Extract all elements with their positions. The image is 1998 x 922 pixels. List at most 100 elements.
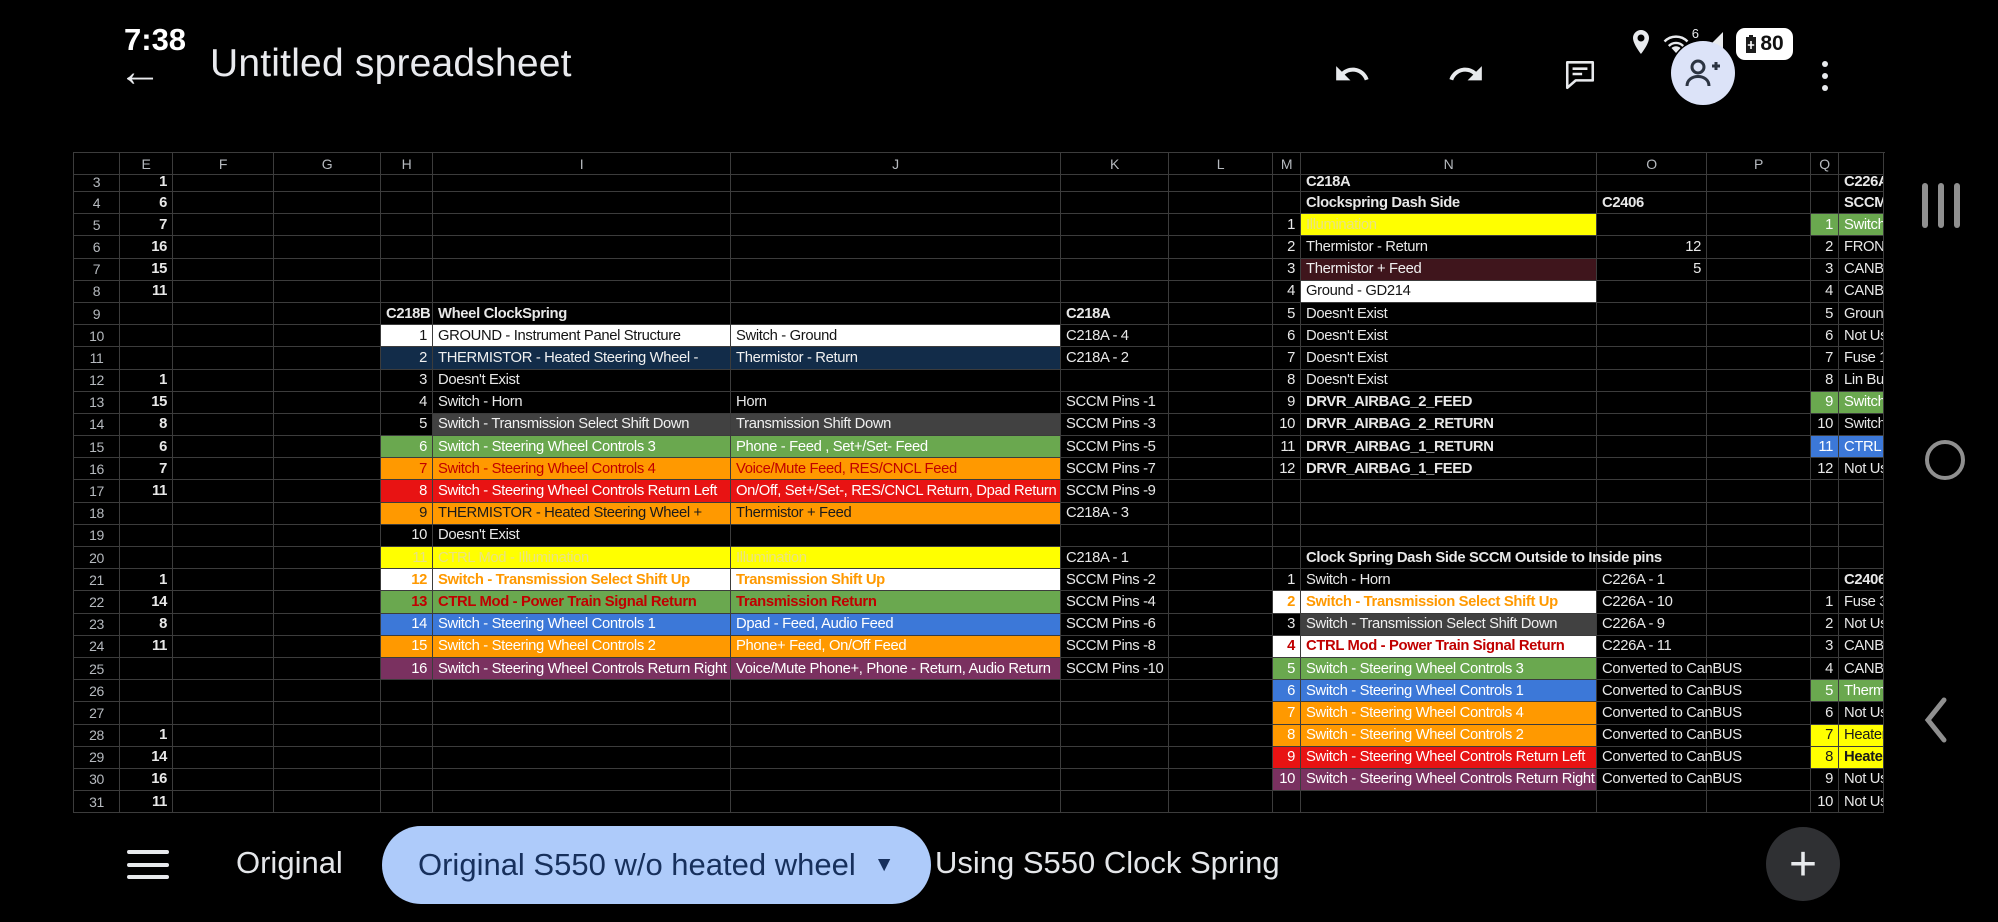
cell-L19[interactable] bbox=[1169, 525, 1273, 547]
cell-M25[interactable]: 5 bbox=[1273, 658, 1301, 680]
cell-E31[interactable]: 11 bbox=[120, 791, 173, 813]
cell-F27[interactable] bbox=[173, 702, 274, 724]
cell-I9[interactable]: Wheel ClockSpring bbox=[433, 303, 731, 325]
cell-J8[interactable] bbox=[731, 281, 1061, 303]
cell-Q22[interactable]: 1 bbox=[1811, 591, 1839, 613]
cell-F7[interactable] bbox=[173, 259, 274, 281]
row-header-10[interactable]: 10 bbox=[74, 325, 120, 347]
cell-M12[interactable]: 8 bbox=[1273, 370, 1301, 392]
cell-G23[interactable] bbox=[274, 614, 381, 636]
cell-F21[interactable] bbox=[173, 569, 274, 591]
cell-P11[interactable] bbox=[1707, 347, 1811, 369]
cell-K24[interactable]: SCCM Pins -8 bbox=[1061, 636, 1169, 658]
cell-I15[interactable]: Switch - Steering Wheel Controls 3 bbox=[433, 436, 731, 458]
cell-P5[interactable] bbox=[1707, 214, 1811, 236]
cell-M17[interactable] bbox=[1273, 480, 1301, 502]
cell-F11[interactable] bbox=[173, 347, 274, 369]
row-header-25[interactable]: 25 bbox=[74, 658, 120, 680]
cell-P20[interactable] bbox=[1707, 547, 1811, 569]
cell-J24[interactable]: Phone+ Feed, On/Off Feed bbox=[731, 636, 1061, 658]
cell-K12[interactable] bbox=[1061, 370, 1169, 392]
cell-E14[interactable]: 8 bbox=[120, 414, 173, 436]
nav-back-button[interactable] bbox=[1922, 696, 1948, 749]
cell-E27[interactable] bbox=[120, 702, 173, 724]
cell-R29[interactable]: Heater bbox=[1839, 747, 1884, 769]
cell-I30[interactable] bbox=[433, 769, 731, 791]
cell-G16[interactable] bbox=[274, 458, 381, 480]
cell-Q14[interactable]: 10 bbox=[1811, 414, 1839, 436]
cell-G21[interactable] bbox=[274, 569, 381, 591]
cell-H26[interactable] bbox=[381, 680, 433, 702]
cell-G3[interactable] bbox=[274, 175, 381, 192]
cell-R15[interactable]: CTRL bbox=[1839, 436, 1884, 458]
cell-Q5[interactable]: 1 bbox=[1811, 214, 1839, 236]
cell-O4[interactable]: C2406 bbox=[1597, 192, 1707, 214]
row-header-16[interactable]: 16 bbox=[74, 458, 120, 480]
cell-F14[interactable] bbox=[173, 414, 274, 436]
cell-R4[interactable]: SCCM bbox=[1839, 192, 1884, 214]
cell-K23[interactable]: SCCM Pins -6 bbox=[1061, 614, 1169, 636]
cell-O26[interactable]: Converted to CanBUS bbox=[1597, 680, 1707, 702]
add-sheet-button[interactable]: + bbox=[1766, 827, 1840, 901]
row-header-5[interactable]: 5 bbox=[74, 214, 120, 236]
cell-G19[interactable] bbox=[274, 525, 381, 547]
cell-G24[interactable] bbox=[274, 636, 381, 658]
cell-M18[interactable] bbox=[1273, 503, 1301, 525]
cell-K15[interactable]: SCCM Pins -5 bbox=[1061, 436, 1169, 458]
cell-N6[interactable]: Thermistor - Return bbox=[1301, 236, 1597, 258]
col-header-K[interactable]: K bbox=[1061, 153, 1169, 175]
cell-N27[interactable]: Switch - Steering Wheel Controls 4 bbox=[1301, 702, 1597, 724]
row-header-18[interactable]: 18 bbox=[74, 503, 120, 525]
row-header-8[interactable]: 8 bbox=[74, 281, 120, 303]
cell-Q3[interactable] bbox=[1811, 175, 1839, 192]
cell-E19[interactable] bbox=[120, 525, 173, 547]
cell-R23[interactable]: Not Used bbox=[1839, 614, 1884, 636]
cell-I8[interactable] bbox=[433, 281, 731, 303]
col-header-H[interactable]: H bbox=[381, 153, 433, 175]
cell-E3[interactable]: 1 bbox=[120, 175, 173, 192]
cell-J16[interactable]: Voice/Mute Feed, RES/CNCL Feed bbox=[731, 458, 1061, 480]
cell-K16[interactable]: SCCM Pins -7 bbox=[1061, 458, 1169, 480]
cell-R9[interactable]: Ground bbox=[1839, 303, 1884, 325]
col-header-I[interactable]: I bbox=[433, 153, 731, 175]
cell-P16[interactable] bbox=[1707, 458, 1811, 480]
cell-N4[interactable]: Clockspring Dash Side bbox=[1301, 192, 1597, 214]
cell-K8[interactable] bbox=[1061, 281, 1169, 303]
row-header-6[interactable]: 6 bbox=[74, 236, 120, 258]
cell-Q12[interactable]: 8 bbox=[1811, 370, 1839, 392]
cell-K4[interactable] bbox=[1061, 192, 1169, 214]
cell-M31[interactable] bbox=[1273, 791, 1301, 813]
cell-O31[interactable] bbox=[1597, 791, 1707, 813]
cell-O24[interactable]: C226A - 11 bbox=[1597, 636, 1707, 658]
cell-E26[interactable] bbox=[120, 680, 173, 702]
cell-M29[interactable]: 9 bbox=[1273, 747, 1301, 769]
cell-L21[interactable] bbox=[1169, 569, 1273, 591]
cell-G9[interactable] bbox=[274, 303, 381, 325]
cell-P10[interactable] bbox=[1707, 325, 1811, 347]
cell-I6[interactable] bbox=[433, 236, 731, 258]
cell-P14[interactable] bbox=[1707, 414, 1811, 436]
cell-O13[interactable] bbox=[1597, 392, 1707, 414]
cell-N7[interactable]: Thermistor + Feed bbox=[1301, 259, 1597, 281]
cell-H29[interactable] bbox=[381, 747, 433, 769]
row-header-26[interactable]: 26 bbox=[74, 680, 120, 702]
cell-L10[interactable] bbox=[1169, 325, 1273, 347]
cell-I23[interactable]: Switch - Steering Wheel Controls 1 bbox=[433, 614, 731, 636]
cell-H16[interactable]: 7 bbox=[381, 458, 433, 480]
cell-F16[interactable] bbox=[173, 458, 274, 480]
cell-H24[interactable]: 15 bbox=[381, 636, 433, 658]
cell-L14[interactable] bbox=[1169, 414, 1273, 436]
cell-R30[interactable]: Not Used bbox=[1839, 769, 1884, 791]
cell-R14[interactable]: Switch bbox=[1839, 414, 1884, 436]
cell-J28[interactable] bbox=[731, 725, 1061, 747]
cell-R11[interactable]: Fuse 1 bbox=[1839, 347, 1884, 369]
cell-L18[interactable] bbox=[1169, 503, 1273, 525]
cell-L13[interactable] bbox=[1169, 392, 1273, 414]
cell-F5[interactable] bbox=[173, 214, 274, 236]
cell-N26[interactable]: Switch - Steering Wheel Controls 1 bbox=[1301, 680, 1597, 702]
cell-P8[interactable] bbox=[1707, 281, 1811, 303]
cell-F24[interactable] bbox=[173, 636, 274, 658]
cell-N19[interactable] bbox=[1301, 525, 1597, 547]
cell-L7[interactable] bbox=[1169, 259, 1273, 281]
row-header-15[interactable]: 15 bbox=[74, 436, 120, 458]
